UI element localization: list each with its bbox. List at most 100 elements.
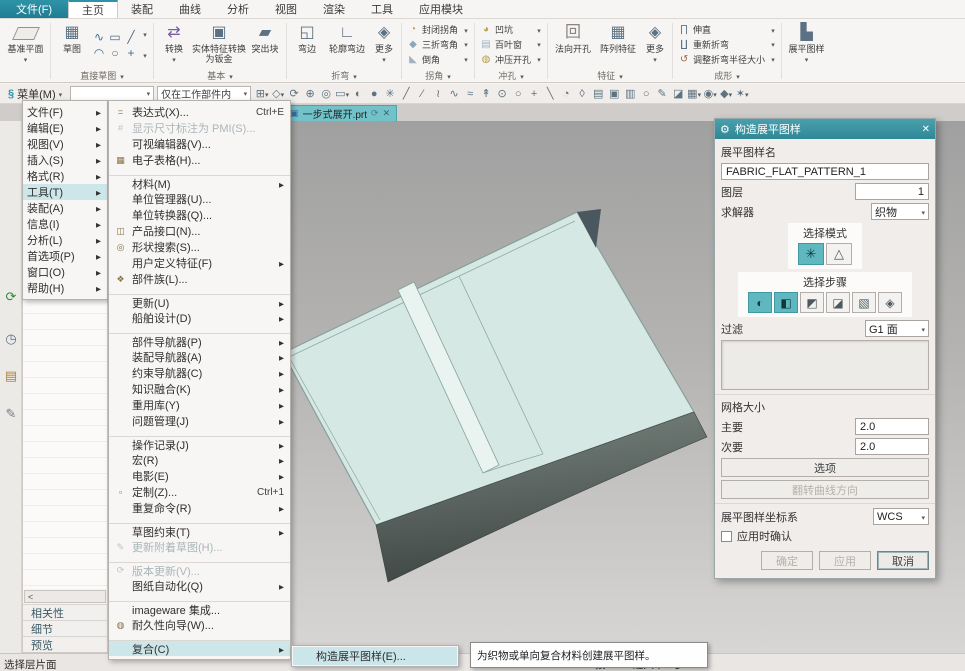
pen-tool-icon[interactable]: ✎ [0,406,22,422]
point-icon[interactable]: + [127,46,134,60]
menu-item[interactable]: 电影(E) [109,468,290,484]
apply-button[interactable]: 应用 [819,551,871,570]
dropdown-caret-icon[interactable] [771,53,775,65]
menu-item[interactable]: 部件导航器(P) [109,333,290,349]
menu-item[interactable]: 单位转换器(Q)... [109,207,290,223]
dropdown-caret-icon[interactable] [537,24,541,36]
dropdown-caret-icon[interactable] [771,24,775,36]
history-icon[interactable]: ⟳ [0,289,22,305]
layer-input[interactable]: 1 [855,183,929,200]
menu-item[interactable]: 文件(F) [23,104,107,120]
menu-item[interactable]: 宏(R) [109,452,290,468]
major-input[interactable]: 2.0 [855,418,929,435]
mode-unidirectional-icon[interactable]: △ [826,243,852,265]
line-icon[interactable]: ╱ [127,30,134,44]
dropdown-caret-icon[interactable] [653,54,657,65]
dropdown-caret-icon[interactable] [805,54,809,65]
palette-icon[interactable]: ▤ [0,368,22,384]
feature-more-button[interactable]: ◈ 更多 [641,20,669,69]
clock-icon[interactable]: ◷ [0,331,22,347]
menu-item[interactable]: 插入(S) [23,152,107,168]
dropdown-caret-icon[interactable] [464,53,468,65]
step-region-icon[interactable]: ◐ [748,292,772,313]
three-bend-corner-button[interactable]: ◆三折弯角 [405,38,460,52]
menu-item[interactable]: 重复命令(R) [109,500,290,516]
mode-woven-icon[interactable]: ✳ [798,243,824,265]
vector-icon[interactable]: ↟ [478,85,494,102]
show-hide-icon[interactable]: ▥ [622,85,638,102]
spline-icon[interactable]: ≈ [462,85,478,102]
unbend-button[interactable]: ∏伸直 [676,23,767,37]
tab-block-button[interactable]: ▰ 突出块 [247,20,283,69]
edit-display-icon[interactable]: ✎ [654,85,670,102]
ribbon-tab[interactable]: 工具 [358,0,406,18]
menu-item[interactable]: 视图(V) [23,136,107,152]
group-caret-icon[interactable] [736,71,740,81]
menu-item[interactable]: 帮助(H) [23,280,107,296]
menu-item[interactable]: 分析(L) [23,232,107,248]
cancel-button[interactable]: 取消 [877,551,929,570]
rectangle-icon[interactable]: ▭ [109,30,120,44]
construct-flat-pattern-item[interactable]: 构造展平图样(E)... [293,647,457,665]
scroll-up-caret-icon[interactable] [143,28,147,40]
appearance-icon[interactable]: ◉ [702,85,718,102]
line2-icon[interactable]: ∕ [414,85,430,102]
menu-item[interactable]: 工具(T) [23,184,107,200]
menu-item[interactable]: 知识融合(K) [109,381,290,397]
menu-item[interactable]: 重用库(Y) [109,397,290,413]
orbit-icon[interactable]: ○ [638,85,654,102]
circle-icon[interactable]: ○ [111,46,118,60]
menu-item[interactable]: ◎ 形状搜索(S)... [109,239,290,255]
menu-item[interactable]: 用户定义特征(F) [109,255,290,271]
stamp-cutout-button[interactable]: ◍冲压开孔 [478,53,533,67]
flip-curve-direction-button[interactable]: 翻转曲线方向 [721,480,929,499]
shaded-view-icon[interactable]: ◐ [350,85,366,102]
dimple-button[interactable]: ◕凹坑 [478,23,533,37]
minor-input[interactable]: 2.0 [855,438,929,455]
scroll-down-caret-icon[interactable] [143,49,147,61]
solid-to-sheetmetal-button[interactable]: ▣ 实体特征转换为钣金 [192,20,246,69]
bend-more-button[interactable]: ◈ 更多 [370,20,398,69]
csys-combo[interactable]: WCS [873,508,929,525]
confirm-on-apply-checkbox[interactable] [721,531,732,542]
menu-item[interactable]: 格式(R) [23,168,107,184]
ribbon-tab[interactable]: 曲线 [166,0,214,18]
group-caret-icon[interactable] [520,71,524,81]
dropdown-caret-icon[interactable] [771,38,775,50]
options-button[interactable]: 选项 [721,458,929,477]
sketch-button[interactable]: ▦ 草图 [54,20,90,69]
sheet-body[interactable] [283,212,694,525]
wcs-display-icon[interactable]: ✳ [382,85,398,102]
rebend-button[interactable]: ∐重新折弯 [676,38,767,52]
step-boundary-icon[interactable]: ◩ [800,292,824,313]
tab-file[interactable]: 文件(F) [0,0,68,18]
group-caret-icon[interactable] [353,71,357,81]
menu-item[interactable]: ▦ 电子表格(H)... [109,152,290,168]
menu-item[interactable]: 窗口(O) [23,264,107,280]
studio-spline-icon[interactable]: ∿ [446,85,462,102]
step-seed-face-icon[interactable]: ◧ [774,292,798,313]
menu-item[interactable]: ◫ 产品接口(N)... [109,223,290,239]
menu-item[interactable]: = 表达式(X)... Ctrl+E [109,104,290,120]
panel-section[interactable]: 相关性 [23,604,107,620]
document-tab[interactable]: ▣ 一步式展开.prt ✕ [283,105,397,121]
menu-item[interactable]: 材料(M) [109,175,290,191]
panel-collapse-button[interactable]: < [24,590,106,603]
menu-item[interactable]: ▫ 定制(Z)... Ctrl+1 [109,484,290,500]
step-result-icon[interactable]: ◈ [878,292,902,313]
group-caret-icon[interactable] [229,71,233,81]
fit-view-icon[interactable]: ◎ [318,85,334,102]
point-icon[interactable]: + [526,85,542,102]
more-curve-icon[interactable]: ▤ [590,85,606,102]
menu-item[interactable]: 装配(A) [23,200,107,216]
menu-item[interactable]: 操作记录(J) [109,436,290,452]
close-tab-icon[interactable]: ✕ [383,108,391,119]
dropdown-caret-icon[interactable] [464,38,468,50]
panel-section[interactable]: 细节 [23,620,107,636]
chamfer-line-icon[interactable]: ╲ [542,85,558,102]
menu-item[interactable]: 约束导航器(C) [109,365,290,381]
menu-item[interactable]: 装配导航器(A) [109,349,290,365]
menu-item[interactable]: ⟳ 版本更新(V)... [109,562,290,578]
pattern-feature-button[interactable]: ▦ 阵列特征 [596,20,640,69]
datum-plane-button[interactable]: 基准平面 [2,20,49,82]
